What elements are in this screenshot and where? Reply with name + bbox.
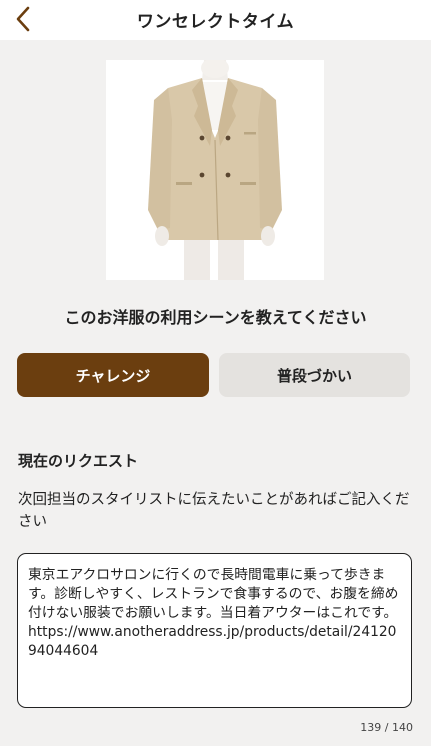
character-counter: 139 / 140	[360, 721, 413, 734]
choice-everyday-button[interactable]: 普段づかい	[219, 353, 410, 397]
choice-challenge-button[interactable]: チャレンジ	[17, 353, 209, 397]
page-title: ワンセレクトタイム	[136, 12, 295, 32]
app-header: ワンセレクトタイム	[0, 0, 431, 40]
question-text: このお洋服の利用シーンを教えてください	[64, 308, 367, 327]
request-textarea-value: 東京エアクロサロンに行くので長時間電車に乗って歩きます。診断しやすく、レストラン…	[28, 567, 399, 659]
current-request-label: 現在のリクエスト	[18, 452, 139, 470]
jacket-image	[106, 60, 324, 280]
request-textarea[interactable]: 東京エアクロサロンに行くので長時間電車に乗って歩きます。診断しやすく、レストラン…	[17, 553, 412, 708]
request-description: 次回担当のスタイリストに伝えたいことがあればご記入ください	[18, 492, 410, 530]
product-image	[106, 60, 324, 280]
